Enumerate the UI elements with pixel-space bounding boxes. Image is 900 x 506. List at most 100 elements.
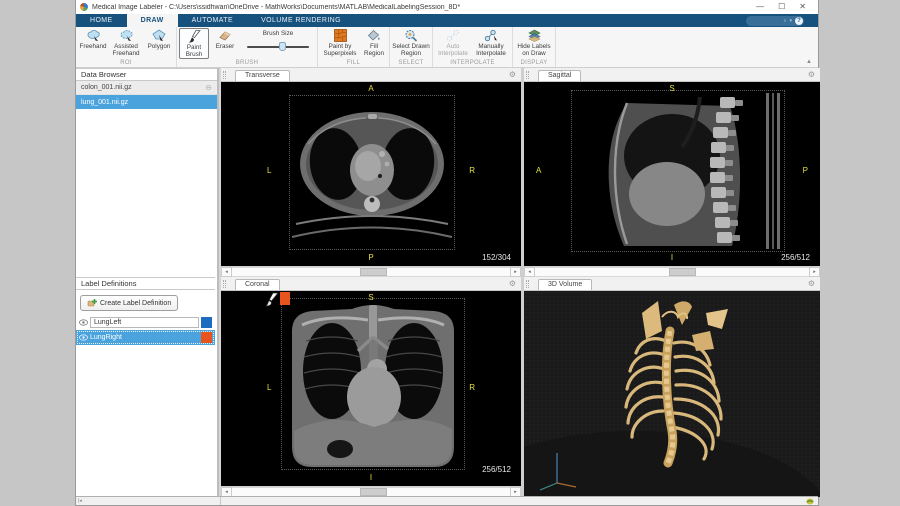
label-row-lungleft[interactable]: LungLeft — [76, 315, 215, 330]
label-name-field[interactable]: LungRight — [90, 334, 199, 341]
status-bar: |◂ — [76, 496, 818, 505]
label-name-field[interactable]: LungLeft — [90, 317, 199, 328]
tab-automate[interactable]: AUTOMATE — [178, 14, 247, 27]
interpolate-group: Auto Interpolate Manually Interpolate IN… — [433, 27, 513, 67]
left-panel: Data Browser colon_001.nii.gz ⊖ lung_001… — [76, 68, 219, 496]
polygon-button[interactable]: Polygon — [144, 28, 174, 50]
remove-volume-icon[interactable]: ⊖ — [205, 84, 212, 92]
fill-group-label: FILL — [320, 59, 387, 67]
slider-thumb[interactable] — [669, 268, 696, 276]
volume3d-header: 3D Volume ⚙ — [524, 277, 820, 291]
volume3d-canvas[interactable] — [524, 291, 820, 497]
transverse-tab[interactable]: Transverse — [235, 70, 290, 81]
volume-filename: colon_001.nii.gz — [81, 84, 132, 91]
brush-size-control: Brush Size — [241, 28, 315, 48]
slider-track[interactable] — [535, 267, 809, 277]
paint-brush-cursor — [265, 292, 290, 307]
resources-icon[interactable]: ▾ — [789, 18, 792, 24]
manually-interpolate-icon — [484, 29, 498, 42]
panel-drag-handle[interactable] — [223, 71, 226, 79]
slider-track[interactable] — [232, 267, 510, 277]
tab-volume-rendering[interactable]: VOLUME RENDERING — [247, 14, 355, 27]
transverse-canvas[interactable]: A L R P 152/304 — [221, 82, 521, 266]
freehand-button[interactable]: Freehand — [78, 28, 108, 50]
freehand-label: Freehand — [80, 43, 107, 50]
transverse-settings-gear-icon[interactable]: ⚙ — [509, 69, 516, 81]
data-browser-item-colon[interactable]: colon_001.nii.gz ⊖ — [76, 81, 217, 95]
app-icon — [80, 3, 88, 11]
minimize-button[interactable]: — — [756, 0, 764, 14]
panel-drag-handle[interactable] — [526, 71, 529, 79]
slider-right-arrow-icon[interactable]: ▸ — [809, 267, 820, 277]
slider-left-arrow-icon[interactable]: ◂ — [221, 267, 232, 277]
orientation-label-posterior: P — [368, 253, 373, 262]
tab-draw[interactable]: DRAW — [127, 14, 178, 27]
sagittal-tab[interactable]: Sagittal — [538, 70, 581, 81]
paint-brush-button[interactable]: Paint Brush — [179, 28, 209, 59]
slider-left-arrow-icon[interactable]: ◂ — [524, 267, 535, 277]
roi-group: Freehand Assisted Freehand Polygon ROI — [76, 27, 177, 67]
brush-cursor-icon — [265, 292, 279, 307]
roi-group-label: ROI — [78, 59, 174, 67]
label-row-lungright[interactable]: LungRight — [76, 330, 215, 345]
auto-interpolate-label: Auto Interpolate — [435, 43, 471, 57]
polygon-label: Polygon — [148, 43, 171, 50]
fill-region-label: Fill Region — [361, 43, 387, 57]
panel-drag-handle[interactable] — [223, 280, 226, 288]
manually-interpolate-button[interactable]: Manually Interpolate — [472, 28, 510, 57]
collapse-ribbon-icon[interactable]: ▲ — [806, 59, 812, 65]
assisted-freehand-button[interactable]: Assisted Freehand — [109, 28, 143, 57]
maximize-button[interactable]: ☐ — [778, 0, 785, 14]
visibility-eye-icon[interactable] — [79, 334, 88, 341]
coronal-header: Coronal ⚙ — [221, 277, 521, 291]
paint-by-superpixels-button[interactable]: Paint by Superpixels — [320, 28, 360, 57]
sagittal-canvas[interactable]: S A P I 256/512 — [524, 82, 820, 266]
eraser-label: Eraser — [216, 43, 235, 50]
orientation-label-left: L — [267, 166, 271, 175]
label-color-swatch[interactable] — [201, 332, 212, 343]
select-drawn-region-button[interactable]: Select Drawn Region — [392, 28, 430, 57]
sagittal-image-bounds — [571, 90, 785, 252]
slider-right-arrow-icon[interactable]: ▸ — [510, 267, 521, 277]
coronal-tab[interactable]: Coronal — [235, 279, 280, 290]
orientation-label-anterior: A — [368, 84, 373, 93]
fill-region-button[interactable]: Fill Region — [361, 28, 387, 57]
coronal-settings-gear-icon[interactable]: ⚙ — [509, 278, 516, 290]
hide-labels-on-draw-button[interactable]: Hide Labels on Draw — [515, 28, 553, 57]
hide-labels-icon — [527, 29, 542, 42]
create-label-definition-button[interactable]: Create Label Definition — [80, 295, 178, 311]
slider-thumb[interactable] — [360, 268, 387, 276]
eraser-button[interactable]: Eraser — [210, 28, 240, 50]
orientation-label-posterior: P — [803, 166, 808, 175]
close-button[interactable]: ✕ — [799, 0, 806, 14]
sagittal-viewport: Sagittal ⚙ — [524, 68, 820, 277]
data-browser-item-lung[interactable]: lung_001.nii.gz — [76, 95, 217, 109]
label-color-swatch[interactable] — [201, 317, 212, 328]
status-left-section: |◂ — [76, 497, 221, 505]
volume3d-settings-gear-icon[interactable]: ⚙ — [808, 278, 815, 290]
status-brush-indicator-icon — [806, 498, 814, 505]
orientation-label-inferior: I — [671, 253, 673, 262]
orientation-label-inferior: I — [370, 473, 372, 482]
3d-axes-indicator-icon — [532, 447, 582, 491]
coronal-canvas[interactable]: S L R I 256/512 — [221, 291, 521, 486]
transverse-slice-slider[interactable]: ◂ ▸ — [221, 266, 521, 277]
brush-group-label: BRUSH — [179, 59, 315, 67]
visibility-eye-icon[interactable] — [79, 319, 88, 326]
sagittal-ct-image — [572, 91, 784, 251]
sagittal-slice-slider[interactable]: ◂ ▸ — [524, 266, 820, 277]
panel-drag-handle[interactable] — [526, 280, 529, 288]
sagittal-settings-gear-icon[interactable]: ⚙ — [808, 69, 815, 81]
paint-by-superpixels-label: Paint by Superpixels — [320, 43, 360, 57]
slider-thumb[interactable] — [360, 488, 387, 496]
splitter-collapse-icon[interactable]: |◂ — [78, 498, 82, 504]
brush-size-label: Brush Size — [263, 30, 293, 37]
brush-size-slider[interactable] — [247, 46, 309, 48]
volume3d-tab[interactable]: 3D Volume — [538, 279, 592, 290]
create-label-definition-label: Create Label Definition — [100, 300, 171, 307]
brush-size-slider-thumb[interactable] — [279, 42, 286, 51]
display-group-label: DISPLAY — [515, 59, 553, 67]
tab-home[interactable]: HOME — [76, 14, 127, 27]
help-icon[interactable]: ? — [795, 17, 803, 25]
search-icon[interactable]: ⌕ — [784, 18, 787, 24]
